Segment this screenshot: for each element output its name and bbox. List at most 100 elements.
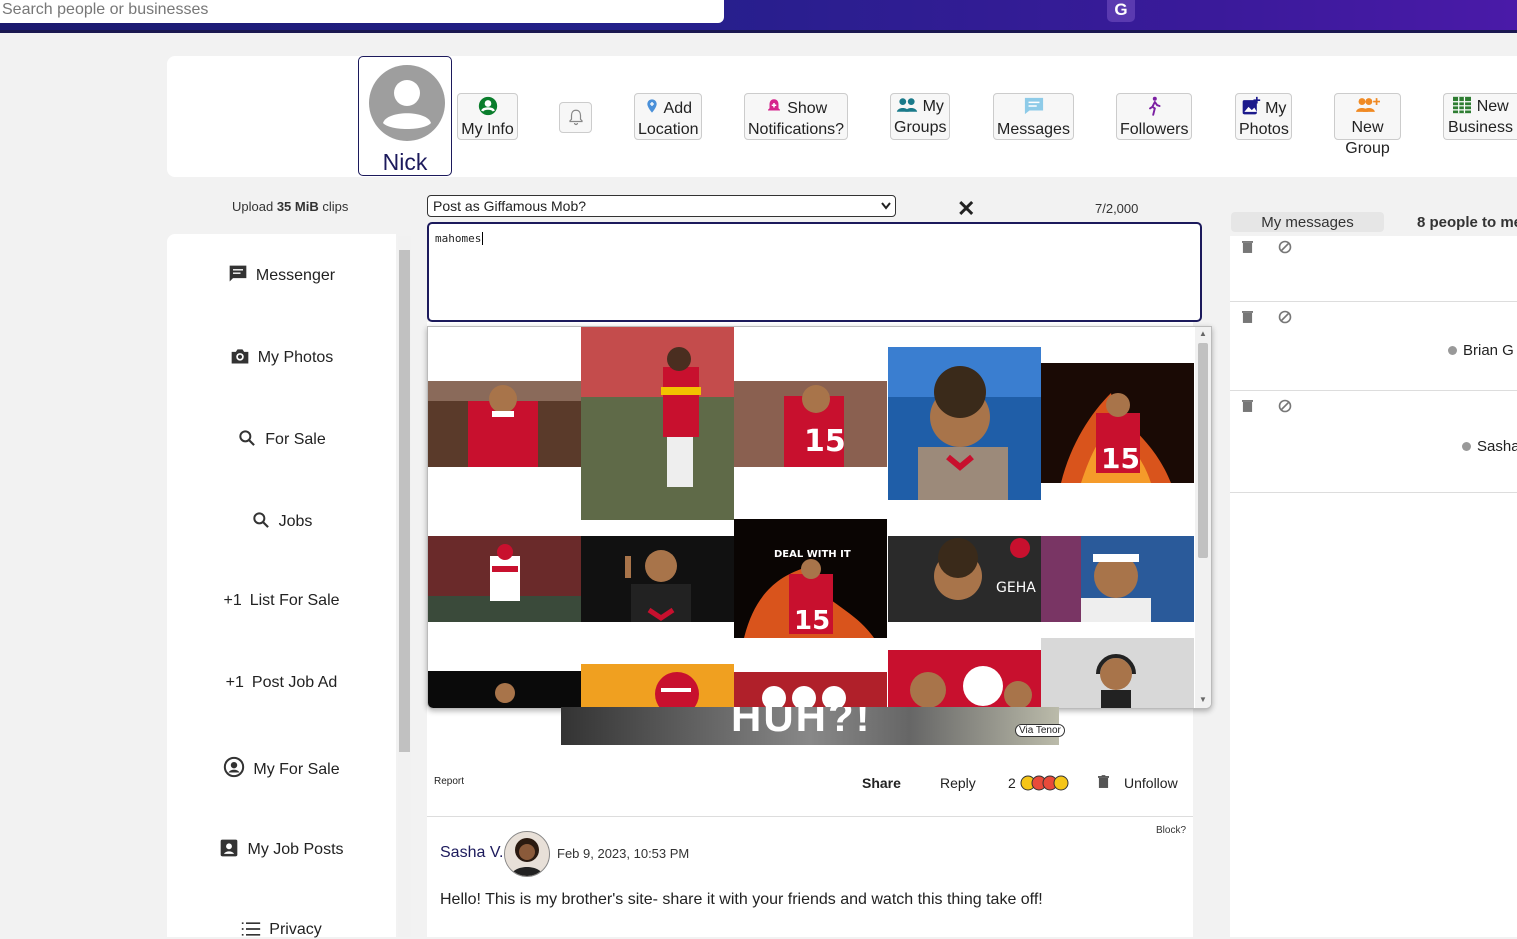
my-photos-button[interactable]: My Photos (1235, 93, 1292, 140)
conversation-name: Brian G (1448, 342, 1514, 359)
post-timestamp: Feb 9, 2023, 10:53 PM (557, 846, 690, 861)
my-groups-button[interactable]: My Groups (890, 93, 950, 140)
sidebar-item-post-job-ad[interactable]: +1 Post Job Ad (167, 674, 396, 692)
status-dot (1448, 346, 1457, 355)
gif-result-11[interactable] (428, 671, 581, 708)
tab-my-messages[interactable]: My messages (1231, 212, 1384, 232)
sidebar-item-privacy[interactable]: Privacy (167, 920, 396, 939)
post-divider (427, 816, 1193, 817)
gif-result-1[interactable] (428, 381, 581, 467)
via-tenor-badge: Via Tenor (1015, 724, 1065, 737)
profile-name: Nick (382, 149, 428, 175)
block-icon[interactable] (1278, 240, 1292, 254)
sidebar-item-list-for-sale[interactable]: +1 List For Sale (167, 592, 396, 610)
show-notifications-button[interactable]: Show Notifications? (744, 93, 848, 140)
trash-icon[interactable] (1242, 310, 1253, 324)
sidebar-item-jobs[interactable]: Jobs (167, 510, 396, 531)
trash-icon[interactable] (1242, 240, 1253, 254)
gif-result-7[interactable] (581, 536, 734, 622)
block-icon[interactable] (1278, 399, 1292, 413)
chat-icon (229, 265, 247, 282)
gif-result-2[interactable] (581, 327, 734, 520)
status-dot (1462, 442, 1471, 451)
chevron-down-icon (881, 202, 891, 210)
avatar-placeholder-icon (369, 65, 445, 141)
block-icon[interactable] (1278, 310, 1292, 324)
gif-result-4[interactable] (888, 347, 1041, 500)
site-logo[interactable]: G (1107, 0, 1135, 22)
reaction-emoji-icons (1020, 775, 1069, 791)
char-counter: 7/2,000 (1095, 201, 1139, 216)
scrollbar-thumb[interactable] (1198, 343, 1208, 558)
my-info-button[interactable]: My Info (457, 93, 518, 140)
post-as-select[interactable]: Post as Giffamous Mob? (427, 195, 896, 217)
gif-result-5[interactable]: 15 (1041, 363, 1194, 483)
sidebar-item-my-job-posts[interactable]: My Job Posts (167, 838, 396, 859)
sidebar-scrollbar[interactable] (398, 236, 411, 937)
conversation-name: Sasha (1462, 438, 1517, 455)
gif-result-15[interactable] (1041, 638, 1194, 708)
notification-add-icon (767, 99, 780, 111)
search-icon (252, 512, 269, 528)
business-grid-icon (1453, 96, 1472, 114)
sidebar-item-my-for-sale[interactable]: My For Sale (167, 756, 396, 779)
bell-icon (568, 109, 583, 126)
search-input[interactable]: Search people or businesses (0, 0, 724, 23)
gif-result-8[interactable]: DEAL WITH IT 15 (734, 519, 887, 638)
messages-button[interactable]: Messages (993, 93, 1074, 140)
add-photo-icon (1242, 96, 1260, 115)
followers-button[interactable]: Followers (1116, 93, 1192, 140)
block-link[interactable]: Block? (1156, 825, 1186, 836)
conversation-row[interactable] (1230, 236, 1517, 302)
gif-result-13[interactable] (734, 672, 887, 708)
camera-icon (231, 349, 249, 364)
svg-text:15: 15 (1101, 442, 1140, 475)
sidebar-item-for-sale[interactable]: For Sale (167, 428, 396, 449)
profile-card[interactable]: Nick (358, 56, 452, 176)
add-location-button[interactable]: Add Location (634, 93, 702, 140)
sidebar-item-my-photos[interactable]: My Photos (167, 346, 396, 367)
post-gif-preview[interactable]: HUH?! (561, 707, 1059, 745)
scroll-up-icon[interactable]: ▲ (1199, 329, 1207, 338)
scrollbar-thumb[interactable] (399, 250, 410, 752)
walking-person-icon (1149, 96, 1161, 116)
close-composer-button[interactable]: ✕ (957, 196, 975, 222)
gif-result-9[interactable]: GEHA (888, 536, 1041, 622)
scroll-down-icon[interactable]: ▼ (1199, 695, 1207, 704)
groups-icon (896, 98, 918, 112)
conversation-row[interactable]: Sasha (1230, 391, 1517, 493)
avatar[interactable] (504, 831, 550, 877)
report-link[interactable]: Report (434, 776, 464, 787)
sidebar-item-messenger[interactable]: Messenger (167, 264, 396, 285)
account-circle-icon (224, 756, 245, 778)
list-icon (242, 922, 261, 936)
gif-result-14[interactable] (888, 650, 1041, 708)
gif-panel-scrollbar[interactable]: ▲ ▼ (1195, 327, 1211, 708)
reply-button[interactable]: Reply (940, 775, 976, 791)
my-info-label: My Info (461, 121, 514, 138)
new-business-button[interactable]: New Business (1443, 93, 1517, 140)
reactions-button[interactable]: 2 (1008, 775, 1072, 791)
post-textarea[interactable]: mahomes (427, 222, 1202, 322)
post-body: Hello! This is my brother's site- share … (440, 891, 1043, 908)
people-to-me-tab[interactable]: 8 people to me (1417, 214, 1517, 231)
left-sidebar: Messenger My Photos For Sale Jobs +1 List… (167, 234, 396, 939)
svg-text:15: 15 (794, 606, 830, 636)
account-circle-icon (478, 96, 497, 116)
gif-result-6[interactable] (428, 536, 581, 622)
conversation-row[interactable]: Brian G (1230, 302, 1517, 391)
gif-results-panel: 15 15 DEAL WITH IT 15 GEHA ▲ ▼ (427, 326, 1212, 709)
group-add-icon (1355, 98, 1380, 112)
unfollow-button[interactable]: Unfollow (1124, 775, 1178, 791)
gif-result-12[interactable] (581, 664, 734, 708)
bell-button[interactable] (559, 102, 592, 133)
share-button[interactable]: Share (862, 775, 901, 791)
trash-icon[interactable] (1242, 399, 1253, 413)
new-group-button[interactable]: New Group (1334, 93, 1401, 157)
post-author[interactable]: Sasha V. (440, 844, 503, 862)
trash-icon[interactable] (1098, 775, 1109, 792)
plus-one-icon: +1 (223, 592, 242, 609)
gif-result-10[interactable] (1041, 536, 1194, 622)
search-icon (239, 430, 256, 446)
gif-result-3[interactable]: 15 (734, 381, 887, 467)
